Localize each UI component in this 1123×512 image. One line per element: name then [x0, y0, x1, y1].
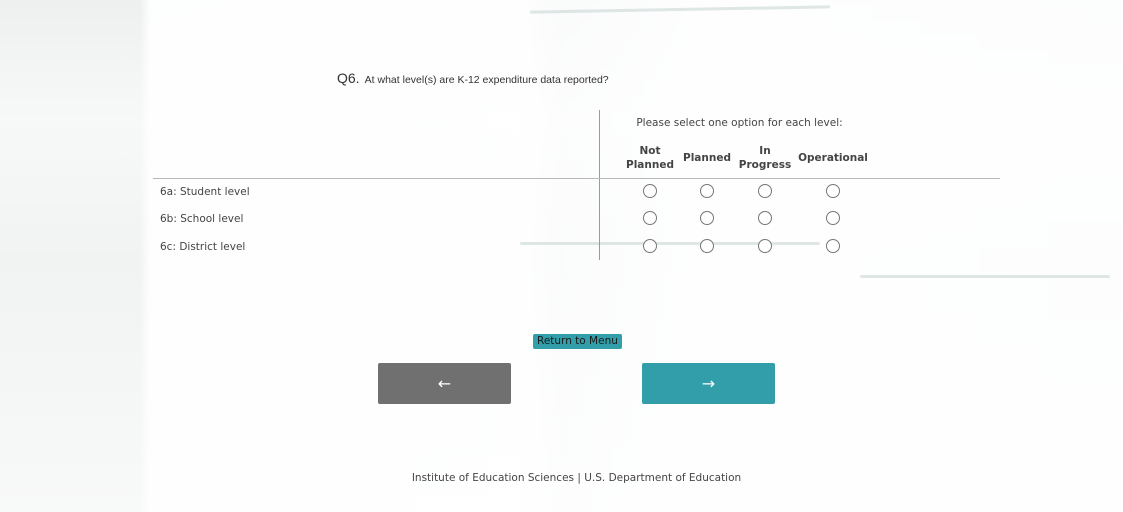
matrix-divider-horizontal [153, 178, 1000, 179]
radio-6c-planned[interactable] [700, 239, 714, 253]
question-heading: Q6. At what level(s) are K-12 expenditur… [337, 68, 609, 87]
radio-6a-planned[interactable] [700, 184, 714, 198]
survey-page: Q6. At what level(s) are K-12 expenditur… [0, 0, 1123, 512]
arrow-right-icon: → [701, 374, 716, 393]
row-label-student-level: 6a: Student level [160, 186, 250, 198]
footer-text: Institute of Education Sciences | U.S. D… [411, 472, 742, 484]
radio-6a-operational[interactable] [826, 184, 840, 198]
column-header-line: Planned [626, 159, 674, 171]
column-header-planned: Planned [683, 151, 731, 165]
radio-6c-operational[interactable] [826, 239, 840, 253]
next-button[interactable]: → [642, 363, 775, 404]
column-header-in-progress: In Progress [739, 144, 791, 172]
column-header-line: Not [639, 145, 661, 157]
row-label-district-level: 6c: District level [160, 241, 246, 253]
column-header-not-planned: Not Planned [626, 144, 674, 172]
question-number: Q6. [337, 70, 360, 86]
column-header-operational: Operational [798, 151, 868, 165]
radio-6c-in-progress[interactable] [758, 239, 772, 253]
column-header-line: In [759, 145, 771, 157]
radio-6b-operational[interactable] [826, 211, 840, 225]
radio-6b-not-planned[interactable] [643, 211, 657, 225]
matrix-instruction: Please select one option for each level: [636, 117, 843, 129]
question-text: At what level(s) are K-12 expenditure da… [364, 74, 609, 86]
column-header-line: Planned [683, 152, 731, 164]
column-header-line: Operational [798, 152, 868, 164]
matrix-divider-vertical [599, 110, 600, 260]
row-label-school-level: 6b: School level [160, 213, 244, 225]
column-header-line: Progress [738, 159, 792, 171]
radio-6b-in-progress[interactable] [758, 211, 772, 225]
arrow-left-icon: ← [437, 374, 452, 393]
radio-6a-in-progress[interactable] [758, 184, 772, 198]
radio-6c-not-planned[interactable] [643, 239, 657, 253]
back-button[interactable]: ← [378, 363, 511, 404]
radio-6a-not-planned[interactable] [643, 184, 657, 198]
return-to-menu-button[interactable]: Return to Menu [533, 334, 622, 349]
radio-6b-planned[interactable] [700, 211, 714, 225]
